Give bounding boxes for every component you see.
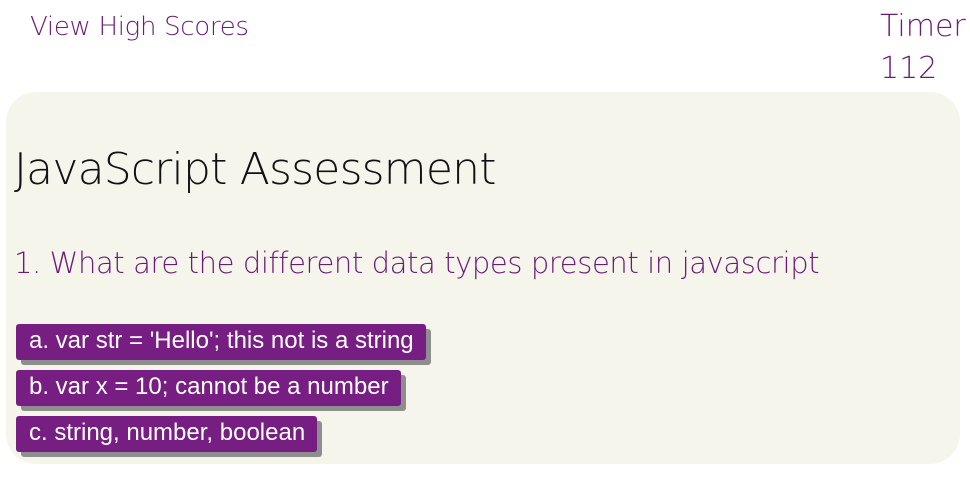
quiz-title: JavaScript Assessment <box>14 144 496 195</box>
view-high-scores-link[interactable]: View High Scores <box>30 12 249 42</box>
question-text: 1. What are the different data types pre… <box>14 246 820 280</box>
quiz-card: JavaScript Assessment 1. What are the di… <box>6 92 960 464</box>
timer: Timer 112 <box>880 6 966 90</box>
header: View High Scores Timer 112 <box>0 0 970 90</box>
answer-list: a. var str = 'Hello'; this not is a stri… <box>16 324 426 462</box>
answer-button-b[interactable]: b. var x = 10; cannot be a number <box>16 370 401 406</box>
timer-label: Timer <box>880 9 966 44</box>
answer-button-c[interactable]: c. string, number, boolean <box>16 416 318 452</box>
timer-value: 112 <box>880 51 938 86</box>
answer-button-a[interactable]: a. var str = 'Hello'; this not is a stri… <box>16 324 426 360</box>
